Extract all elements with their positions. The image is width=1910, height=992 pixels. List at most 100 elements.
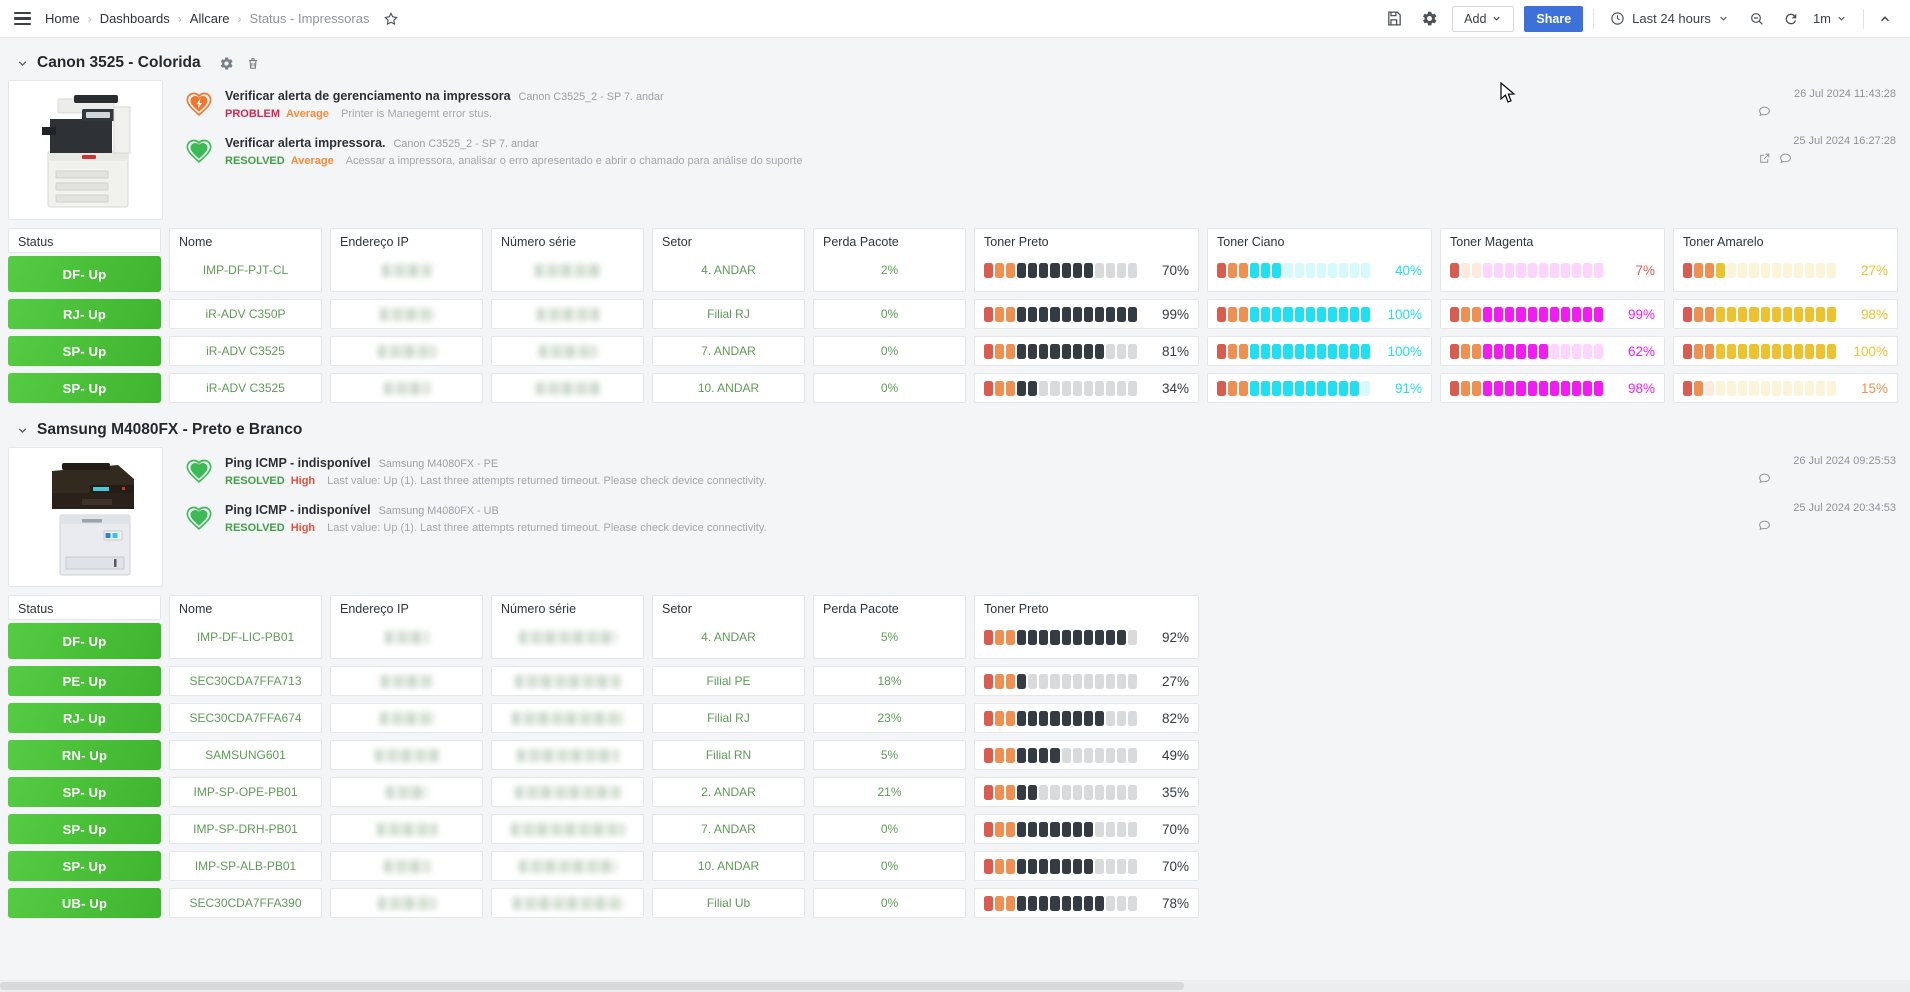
gauge-cell bbox=[1039, 895, 1049, 911]
gauge-cell bbox=[1538, 262, 1548, 278]
refresh-interval-picker[interactable]: 1m bbox=[1813, 7, 1853, 30]
printer-status-up-button[interactable]: RJ- Up bbox=[8, 299, 161, 329]
breadcrumb-allcare[interactable]: Allcare bbox=[190, 11, 230, 26]
cell-value-area: 27% bbox=[975, 667, 1198, 695]
cell-value-area bbox=[492, 815, 643, 843]
alert-title[interactable]: Verificar alerta de gerenciamento na imp… bbox=[225, 89, 511, 103]
printer-status-up-button[interactable]: SP- Up bbox=[8, 373, 161, 403]
toner-percent-value: 98% bbox=[1627, 380, 1655, 396]
gauge-cell bbox=[1261, 380, 1271, 396]
gauge-cell bbox=[1338, 306, 1348, 322]
collapse-toolbar-chevron-up-icon[interactable] bbox=[1874, 8, 1896, 30]
toner-percent-value: 98% bbox=[1860, 306, 1888, 322]
redacted-value bbox=[379, 307, 434, 321]
printer-status-up-button[interactable]: DF- Up bbox=[8, 256, 161, 292]
alert-title[interactable]: Verificar alerta impressora. bbox=[225, 136, 386, 150]
first-row-value: 27% bbox=[1674, 249, 1897, 291]
add-panel-button[interactable]: Add bbox=[1452, 5, 1515, 32]
section-collapse-chevron-icon[interactable] bbox=[16, 57, 29, 70]
printer-status-up-button[interactable]: SP- Up bbox=[8, 851, 161, 881]
gauge-cell bbox=[1017, 380, 1027, 396]
section-collapse-chevron-icon[interactable] bbox=[16, 424, 29, 437]
cell-value-area: 0% bbox=[814, 300, 965, 328]
cell-value-area: 2. ANDAR bbox=[653, 778, 804, 806]
gauge-cell bbox=[1116, 784, 1127, 800]
alert-title[interactable]: Ping ICMP - indisponível bbox=[225, 503, 371, 517]
gauge-cells bbox=[1683, 306, 1837, 322]
gauge-cells bbox=[984, 380, 1138, 396]
comment-icon[interactable] bbox=[1758, 519, 1771, 532]
column-header-label: Perda Pacote bbox=[823, 602, 899, 616]
zoom-out-time-icon[interactable] bbox=[1745, 7, 1769, 31]
column-header-label: Número série bbox=[501, 235, 577, 249]
table-cell-panel bbox=[491, 740, 644, 770]
gauge-cell bbox=[1072, 821, 1082, 837]
printer-status-up-button[interactable]: RJ- Up bbox=[8, 703, 161, 733]
refresh-icon[interactable] bbox=[1779, 7, 1803, 31]
gauge-cell bbox=[984, 895, 994, 911]
section-title[interactable]: Canon 3525 - Colorida bbox=[37, 54, 201, 72]
alert-severity-label: Average bbox=[286, 108, 330, 120]
share-button[interactable]: Share bbox=[1524, 5, 1584, 32]
gauge-cell bbox=[1116, 673, 1127, 689]
section-delete-trash-icon[interactable] bbox=[246, 56, 260, 71]
gauge-cell bbox=[995, 747, 1005, 763]
time-range-picker[interactable]: Last 24 hours bbox=[1604, 7, 1735, 30]
comment-icon[interactable] bbox=[1758, 472, 1771, 485]
status-column-header: Status DF- Up bbox=[8, 595, 161, 659]
gauge-cell bbox=[1039, 380, 1049, 396]
gauge-cell bbox=[1705, 306, 1715, 322]
gauge-cell bbox=[1028, 747, 1038, 763]
first-row-value bbox=[331, 249, 482, 291]
section-title[interactable]: Samsung M4080FX - Preto e Branco bbox=[37, 421, 302, 439]
breadcrumb-dashboards[interactable]: Dashboards bbox=[100, 11, 170, 26]
breadcrumb-separator: › bbox=[177, 11, 182, 26]
cell-value-area bbox=[492, 741, 643, 769]
menu-toggle-icon[interactable] bbox=[14, 11, 31, 26]
gauge-cell bbox=[1749, 262, 1759, 278]
toner-percent-value: 78% bbox=[1161, 895, 1189, 911]
cell-value-area: IMP-SP-DRH-PB01 bbox=[170, 815, 321, 843]
section-settings-gear-icon[interactable] bbox=[219, 56, 234, 71]
gauge-cell bbox=[1017, 895, 1027, 911]
gauge-cell bbox=[1560, 262, 1570, 278]
gauge-cell bbox=[1083, 380, 1093, 396]
gauge-cell bbox=[1094, 306, 1104, 322]
printer-status-up-button[interactable]: RN- Up bbox=[8, 740, 161, 770]
printer-status-up-button[interactable]: PE- Up bbox=[8, 666, 161, 696]
gauge-cells bbox=[1450, 306, 1604, 322]
favorite-star-icon[interactable] bbox=[383, 11, 399, 27]
gauge-cell bbox=[1217, 380, 1227, 396]
dashboard-settings-gear-icon[interactable] bbox=[1417, 6, 1442, 31]
comment-icon[interactable] bbox=[1779, 152, 1792, 165]
table-cell-panel: 5% bbox=[813, 740, 966, 770]
printer-status-up-button[interactable]: SP- Up bbox=[8, 814, 161, 844]
alert-status-label: PROBLEM bbox=[225, 108, 280, 120]
printer-status-up-button[interactable]: SP- Up bbox=[8, 777, 161, 807]
resolved-heart-icon bbox=[185, 137, 213, 165]
printer-status-up-button[interactable]: DF- Up bbox=[8, 623, 161, 659]
gauge-cell bbox=[1128, 343, 1138, 359]
gauge-cell bbox=[1017, 710, 1027, 726]
printer-status-up-button[interactable]: SP- Up bbox=[8, 336, 161, 366]
external-link-icon[interactable] bbox=[1758, 152, 1771, 165]
table-cell-panel: Filial Ub bbox=[652, 888, 805, 918]
gauge-cell bbox=[1727, 262, 1737, 278]
alert-title[interactable]: Ping ICMP - indisponível bbox=[225, 456, 371, 470]
gauge-cell bbox=[1094, 673, 1104, 689]
comment-icon[interactable] bbox=[1758, 105, 1771, 118]
horizontal-scrollbar[interactable] bbox=[0, 980, 1910, 992]
cell-value-area: 21% bbox=[814, 778, 965, 806]
gauge-cell bbox=[1283, 306, 1293, 322]
breadcrumb-home[interactable]: Home bbox=[45, 11, 80, 26]
table-cell-panel: 91% bbox=[1207, 373, 1432, 403]
cell-value-area: IMP-SP-ALB-PB01 bbox=[170, 852, 321, 880]
save-dashboard-icon[interactable] bbox=[1382, 6, 1407, 31]
printer-status-up-button[interactable]: UB- Up bbox=[8, 888, 161, 918]
gauge-cell bbox=[1105, 784, 1115, 800]
gauge-cell bbox=[1116, 343, 1127, 359]
gauge-cells bbox=[984, 821, 1138, 837]
gauge-cell bbox=[1716, 262, 1726, 278]
alert-host: Canon C3525_2 - SP 7. andar bbox=[518, 91, 664, 103]
toner-gauge: 98% bbox=[1441, 380, 1664, 396]
